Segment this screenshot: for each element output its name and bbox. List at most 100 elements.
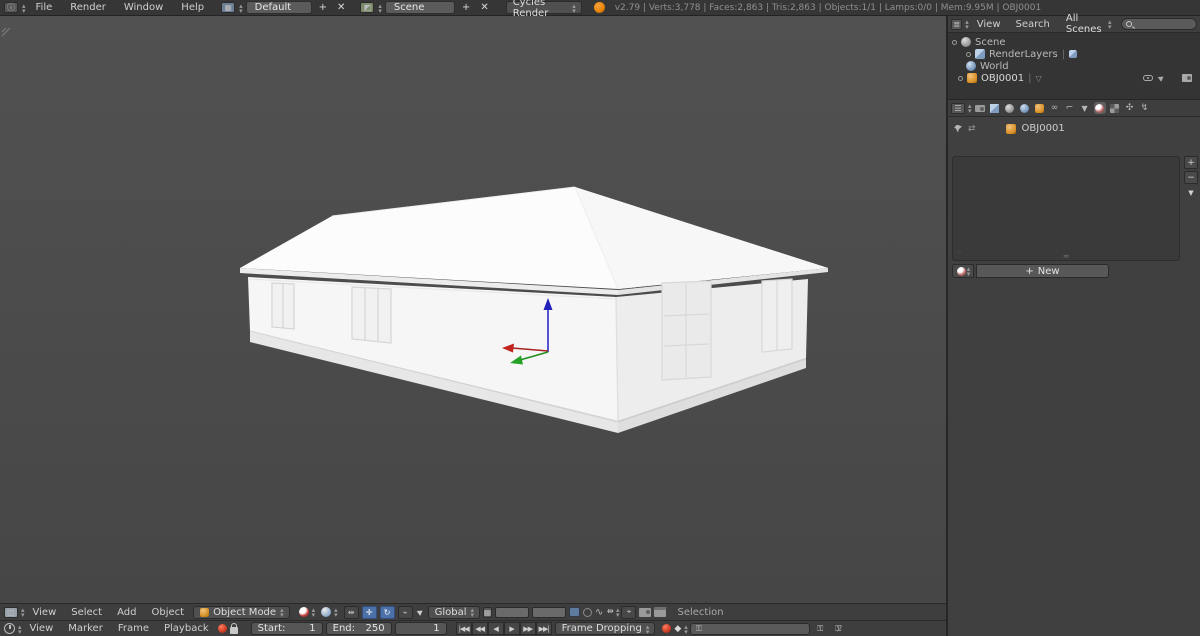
menu-help[interactable]: Help (174, 2, 211, 13)
timeline-editor-icon[interactable] (4, 623, 15, 634)
info-editor-icon[interactable]: ⓘ (4, 2, 18, 13)
proportional-edit-icon[interactable] (583, 607, 593, 617)
tab-particles-icon[interactable]: ✣ (1124, 102, 1136, 114)
insert-keyframe-icon[interactable]: ⚿ (813, 622, 828, 635)
menu-timeline-marker[interactable]: Marker (62, 623, 109, 634)
jump-end-button[interactable]: ▶▶| (535, 622, 552, 635)
disclosure-icon[interactable] (952, 39, 957, 45)
tree-row-scene[interactable]: Scene (952, 36, 1198, 48)
menu-view3d-add[interactable]: Add (111, 607, 142, 618)
lock-icon[interactable] (229, 622, 238, 634)
auto-keyframe-icon[interactable] (662, 624, 672, 633)
manipulator-toggle[interactable]: ⇹ (343, 605, 359, 619)
outliner-editor-arrows[interactable]: ▴ ▾ (965, 19, 968, 31)
jump-start-button[interactable]: |◀◀ (455, 622, 472, 635)
frame-start-field[interactable]: Start: 1 (250, 622, 323, 635)
opengl-render-icon[interactable] (639, 607, 652, 617)
play-reverse-button[interactable]: ◀ (487, 622, 504, 635)
delete-keyframe-icon[interactable]: ⚿̸ (831, 622, 846, 635)
translate-manipulator-button[interactable]: ✛ (361, 605, 377, 619)
active-keying-set-field[interactable]: ⚿ (689, 622, 810, 635)
menu-outliner-view[interactable]: View (971, 19, 1007, 30)
snap-dropdown-arrows[interactable]: ▴ ▾ (616, 607, 619, 619)
snap-target-icon[interactable]: ⌖ (621, 605, 637, 619)
current-frame-field[interactable]: 1 (394, 622, 447, 635)
display-filter-select[interactable]: All Scenes ▴ ▾ (1059, 13, 1118, 35)
view3d-editor-arrows[interactable]: ▴ ▾ (21, 607, 24, 619)
record-icon[interactable] (217, 624, 227, 633)
screen-layout-arrows[interactable]: ▴ ▾ (239, 2, 242, 14)
keyingset-dropdown-arrows[interactable]: ▴ ▾ (684, 623, 687, 635)
opengl-animation-icon[interactable] (654, 607, 667, 617)
new-material-button[interactable]: + New (976, 264, 1109, 278)
viewport-3d[interactable] (0, 16, 946, 603)
orientation-select[interactable]: Global ▴ ▾ (427, 605, 481, 619)
screen-layout-field[interactable]: Default (245, 1, 312, 14)
tab-data-icon[interactable]: ▼ (1079, 102, 1091, 114)
menu-view3d-select[interactable]: Select (65, 607, 108, 618)
properties-editor-icon[interactable]: ☰ (951, 102, 965, 114)
pivot-dropdown-arrows[interactable]: ▴ ▾ (334, 607, 337, 619)
menu-file[interactable]: File (29, 2, 60, 13)
close-layout-button[interactable]: ✕ (334, 2, 348, 13)
outliner-editor-icon[interactable]: ≣ (951, 18, 963, 30)
list-resize-grip[interactable]: ═ (1064, 253, 1069, 261)
menu-render[interactable]: Render (63, 2, 113, 13)
visibility-eye-icon[interactable] (1143, 75, 1153, 81)
shading-dropdown-arrows[interactable]: ▴ ▾ (312, 607, 315, 619)
material-slot-list[interactable]: ◦ ═ (952, 156, 1180, 261)
add-layout-button[interactable]: + (316, 2, 330, 13)
remove-slot-button[interactable]: − (1184, 171, 1198, 184)
tab-constraints-icon[interactable]: ∞ (1049, 102, 1061, 114)
menu-timeline-view[interactable]: View (24, 623, 60, 634)
pin-icon[interactable] (954, 124, 962, 133)
tab-texture-icon[interactable] (1109, 102, 1121, 114)
editor-switch-arrows[interactable]: ▴ ▾ (22, 2, 25, 14)
mode-select[interactable]: Object Mode ▴ ▾ (193, 605, 290, 619)
properties-editor-arrows[interactable]: ▴ ▾ (968, 103, 971, 115)
timeline-editor-arrows[interactable]: ▴ ▾ (18, 623, 21, 635)
tree-row-renderlayers[interactable]: RenderLayers | (952, 48, 1198, 60)
normal-arrow-icon[interactable] (416, 608, 424, 616)
disclosure-icon[interactable] (966, 51, 971, 57)
menu-view3d-object[interactable]: Object (145, 607, 190, 618)
scale-manipulator-button[interactable]: ⌁ (397, 605, 413, 619)
viewport-shading-icon[interactable] (298, 607, 309, 617)
slot-specials-dropdown[interactable]: ▼ (1184, 186, 1198, 199)
snap-icon[interactable]: ⇻ (606, 607, 613, 617)
layers-widget-left[interactable] (495, 606, 530, 618)
tab-render-icon[interactable] (974, 102, 986, 114)
selectability-cursor-icon[interactable] (1157, 74, 1166, 82)
lock-to-scene-icon[interactable] (569, 607, 581, 617)
tab-render-layers-icon[interactable] (989, 102, 1001, 114)
frame-end-field[interactable]: End: 250 (325, 622, 392, 635)
add-scene-button[interactable]: + (459, 2, 473, 13)
menu-outliner-search[interactable]: Search (1010, 19, 1056, 30)
play-button[interactable]: ▶ (503, 622, 520, 635)
tab-world-icon[interactable] (1019, 102, 1031, 114)
scene-icon[interactable]: ◩ (360, 2, 375, 13)
screen-layout-icon[interactable]: ▦ (221, 2, 236, 13)
menu-view3d-view[interactable]: View (27, 607, 63, 618)
renderability-camera-icon[interactable] (1182, 74, 1192, 82)
render-engine-select[interactable]: Cycles Render ▴ ▾ (505, 0, 582, 19)
close-scene-button[interactable]: ✕ (477, 2, 491, 13)
layers-grid-icon[interactable]: ▦ (483, 606, 493, 618)
disclosure-icon[interactable] (958, 75, 963, 81)
scene-name-field[interactable]: Scene (384, 1, 455, 14)
next-keyframe-button[interactable]: ▶▶ (519, 622, 536, 635)
falloff-curve-icon[interactable]: ∿ (595, 607, 603, 618)
outliner-search-input[interactable] (1120, 18, 1197, 30)
add-slot-button[interactable]: + (1184, 156, 1198, 169)
keying-set-icon[interactable]: ◆ (674, 624, 681, 634)
menu-timeline-frame[interactable]: Frame (112, 623, 155, 634)
layers-widget-right[interactable] (532, 606, 567, 618)
view3d-editor-icon[interactable]: ◫ (4, 606, 18, 618)
rotate-manipulator-button[interactable]: ↻ (379, 605, 395, 619)
tree-row-world[interactable]: World (952, 60, 1198, 72)
prev-keyframe-button[interactable]: ◀◀ (471, 622, 488, 635)
tab-scene-icon[interactable] (1004, 102, 1016, 114)
tab-material-icon-active[interactable] (1093, 102, 1106, 114)
pivot-point-icon[interactable] (321, 607, 332, 617)
menu-timeline-playback[interactable]: Playback (158, 623, 215, 634)
